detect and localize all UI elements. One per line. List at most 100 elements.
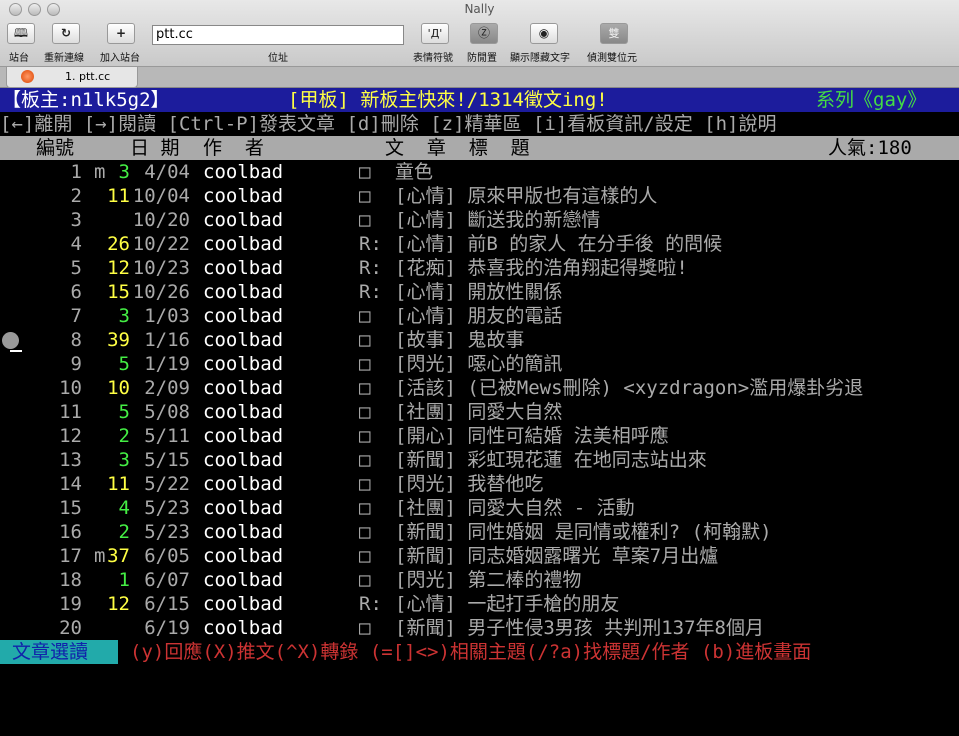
article-date: 5/08 — [144, 401, 190, 423]
push-count: 4 — [118, 497, 130, 519]
article-row[interactable]: 12 2 5/11 coolbad □ [開心] 同性可結婚 法美相呼應 — [0, 424, 959, 448]
article-date: 1/19 — [144, 353, 190, 375]
sites-button[interactable]: 🕮 — [7, 23, 35, 44]
article-date: 5/11 — [144, 425, 190, 447]
article-row[interactable]: 17 m 37 6/05 coolbad □ [新聞] 同志婚姻露曙光 草案7月出爐 — [0, 544, 959, 568]
article-date: 1/03 — [144, 305, 190, 327]
push-count: 12 — [107, 593, 130, 615]
push-count: 26 — [107, 233, 130, 255]
article-flag: □ — [359, 329, 371, 351]
push-count: 3 — [118, 305, 130, 327]
add-site-button[interactable]: + — [107, 23, 135, 44]
emoticons-button[interactable]: 'Д' — [421, 23, 449, 44]
article-row[interactable]: 1 m 3 4/04 coolbad □ 童色 — [0, 160, 959, 184]
article-row[interactable]: 13 3 5/15 coolbad □ [新聞] 彩虹現花蓮 在地同志站出來 — [0, 448, 959, 472]
address-label: 位址 — [268, 53, 288, 64]
popularity: 人氣:180 — [828, 137, 912, 159]
article-row[interactable]: 3 10/20 coolbad □ [心情] 斷送我的新戀情 — [0, 208, 959, 232]
text-cursor — [10, 350, 22, 352]
article-author: coolbad — [203, 377, 284, 399]
push-count: 1 — [118, 569, 130, 591]
help-line: [←]離開 [→]閱讀 [Ctrl-P]發表文章 [d]刪除 [z]精華區 [i… — [0, 113, 777, 135]
tab-label: 1. ptt.cc — [65, 70, 111, 83]
article-title: [閃光] 噁心的簡訊 — [395, 353, 563, 375]
article-number: 1 — [70, 161, 82, 183]
article-row[interactable]: 2 11 10/04 coolbad □ [心情] 原來甲版也有這樣的人 — [0, 184, 959, 208]
push-count: 5 — [118, 401, 130, 423]
article-date: 6/19 — [144, 617, 190, 639]
article-row[interactable]: 16 2 5/23 coolbad □ [新聞] 同性婚姻 是同情或權利? (柯翰默) — [0, 520, 959, 544]
article-title: [閃光] 我替他吃 — [395, 473, 544, 495]
article-row[interactable]: 11 5 5/08 coolbad □ [社團] 同愛大自然 — [0, 400, 959, 424]
article-row[interactable]: 18 1 6/07 coolbad □ [閃光] 第二棒的禮物 — [0, 568, 959, 592]
article-flag: R: — [359, 281, 382, 303]
article-number: 11 — [59, 401, 82, 423]
article-number: 4 — [70, 233, 82, 255]
article-number: 6 — [70, 281, 82, 303]
article-date: 5/15 — [144, 449, 190, 471]
article-row[interactable]: 9 5 1/19 coolbad □ [閃光] 噁心的簡訊 — [0, 352, 959, 376]
article-title: [新聞] 男子性侵3男孩 共判刑137年8個月 — [395, 617, 764, 639]
article-row[interactable]: 19 12 6/15 coolbad R: [心情] 一起打手槍的朋友 — [0, 592, 959, 616]
article-number: 7 — [70, 305, 82, 327]
show-hidden-button[interactable]: ◉ — [530, 23, 558, 44]
article-number: 13 — [59, 449, 82, 471]
terminal[interactable]: 【板主:n1lk5g2】 [甲板] 新板主快來!/1314徵文ing! 系列《g… — [0, 88, 959, 664]
push-count: 12 — [107, 257, 130, 279]
article-row[interactable]: 15 4 5/23 coolbad □ [社團] 同愛大自然 - 活動 — [0, 496, 959, 520]
article-row[interactable]: 4 26 10/22 coolbad R: [心情] 前B 的家人 在分手後 的問候 — [0, 232, 959, 256]
article-flag: □ — [359, 473, 371, 495]
article-author: coolbad — [203, 401, 284, 423]
article-date: 1/16 — [144, 329, 190, 351]
col-title: 文 章 標 題 — [385, 137, 530, 159]
col-author: 作 者 — [203, 137, 264, 159]
article-date: 5/22 — [144, 473, 190, 495]
article-title: [故事] 鬼故事 — [395, 329, 525, 351]
article-author: coolbad — [203, 185, 284, 207]
reconnect-button[interactable]: ↻ — [52, 23, 80, 44]
article-number: 17 — [59, 545, 82, 567]
article-title: [社團] 同愛大自然 - 活動 — [395, 497, 635, 519]
article-date: 6/15 — [144, 593, 190, 615]
article-flag: R: — [359, 593, 382, 615]
article-row[interactable]: 5 12 10/23 coolbad R: [花痴] 恭喜我的浩角翔起得獎啦! — [0, 256, 959, 280]
cursor-icon — [2, 332, 19, 349]
article-flag: □ — [359, 209, 371, 231]
article-row[interactable]: 6 15 10/26 coolbad R: [心情] 開放性關係 — [0, 280, 959, 304]
detect-dbcs-button[interactable]: 雙 — [600, 23, 628, 44]
article-author: coolbad — [203, 521, 284, 543]
article-row[interactable]: 20 6/19 coolbad □ [新聞] 男子性侵3男孩 共判刑137年8個月 — [0, 616, 959, 640]
article-author: coolbad — [203, 473, 284, 495]
address-input[interactable]: ptt.cc — [152, 25, 404, 45]
article-title: [心情] 斷送我的新戀情 — [395, 209, 601, 231]
article-date: 2/09 — [144, 377, 190, 399]
moderator: 【板主:n1lk5g2】 — [2, 89, 170, 111]
article-title: [花痴] 恭喜我的浩角翔起得獎啦! — [395, 257, 688, 279]
site-favicon-icon — [21, 70, 34, 83]
article-title: 童色 — [395, 161, 434, 183]
article-author: coolbad — [203, 425, 284, 447]
book-icon: 🕮 — [13, 26, 29, 40]
article-row[interactable]: 7 3 1/03 coolbad □ [心情] 朋友的電話 — [0, 304, 959, 328]
article-flag: R: — [359, 233, 382, 255]
emoticon-icon: 'Д' — [427, 27, 443, 40]
board-header: 【板主:n1lk5g2】 [甲板] 新板主快來!/1314徵文ing! 系列《g… — [0, 88, 959, 112]
article-flag: □ — [359, 497, 371, 519]
article-row[interactable]: 10 10 2/09 coolbad □ [活該] (已被Mews刪除) <xyzdrag… — [0, 376, 959, 400]
tab-ptt[interactable]: 1. ptt.cc — [6, 67, 138, 88]
article-flag: □ — [359, 521, 371, 543]
anti-idle-button[interactable]: Ⓩ — [470, 23, 498, 44]
refresh-icon: ↻ — [60, 26, 72, 40]
article-row[interactable]: 8 39 1/16 coolbad □ [故事] 鬼故事 — [0, 328, 959, 352]
article-row[interactable]: 14 11 5/22 coolbad □ [閃光] 我替他吃 — [0, 472, 959, 496]
article-flag: □ — [359, 185, 371, 207]
article-author: coolbad — [203, 161, 284, 183]
article-flag: □ — [359, 305, 371, 327]
article-author: coolbad — [203, 353, 284, 375]
article-date: 10/22 — [132, 233, 190, 255]
article-date: 6/07 — [144, 569, 190, 591]
footer-bar: 文章選讀 (y)回應(X)推文(^X)轉錄 (=[]<>)相關主題(/?a)找標… — [0, 640, 959, 664]
article-number: 18 — [59, 569, 82, 591]
article-author: coolbad — [203, 545, 284, 567]
article-date: 10/04 — [132, 185, 190, 207]
